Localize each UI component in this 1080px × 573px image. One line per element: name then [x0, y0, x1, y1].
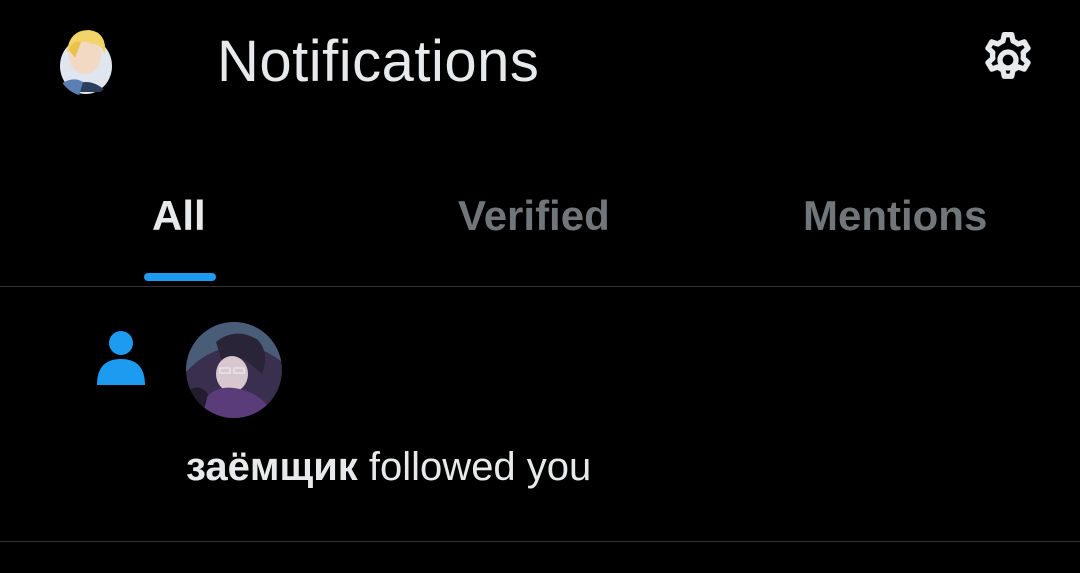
- tab-label-all: All: [152, 192, 206, 239]
- tab-label-mentions: Mentions: [803, 192, 988, 239]
- person-icon: [93, 327, 149, 387]
- active-tab-indicator: [144, 273, 216, 281]
- gear-icon: [985, 31, 1031, 79]
- follower-avatar-image: [186, 322, 282, 418]
- page-title: Notifications: [217, 29, 540, 94]
- notification-tabs: All Verified Mentions: [0, 170, 1080, 287]
- notification-username[interactable]: заёмщик: [186, 445, 358, 489]
- settings-button[interactable]: [970, 24, 1046, 96]
- tab-label-verified: Verified: [458, 192, 610, 239]
- profile-avatar-image: [55, 22, 117, 96]
- profile-avatar[interactable]: [55, 22, 117, 96]
- top-app-bar: Notifications: [0, 0, 1080, 128]
- tab-all[interactable]: All: [120, 170, 240, 285]
- follower-avatar[interactable]: [186, 322, 282, 418]
- notification-text: заёмщик followed you: [186, 445, 591, 490]
- notification-action: followed you: [368, 445, 592, 489]
- tab-mentions[interactable]: Mentions: [780, 170, 1040, 285]
- tab-verified[interactable]: Verified: [420, 170, 660, 285]
- notification-item[interactable]: заёмщик followed you: [0, 287, 1080, 542]
